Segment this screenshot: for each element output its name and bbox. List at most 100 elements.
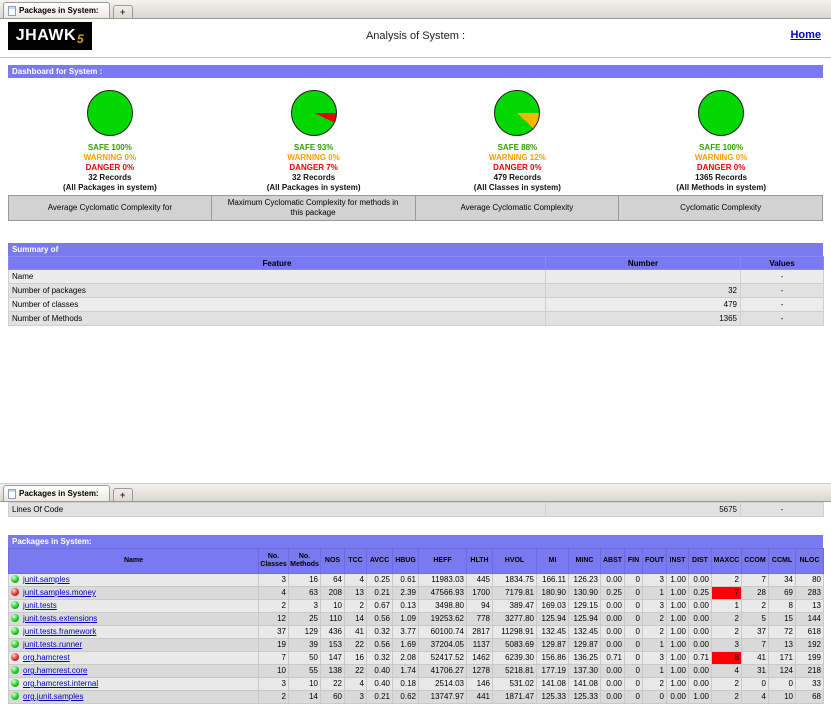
home-link[interactable]: Home — [790, 29, 821, 41]
metric-cell: 0 — [624, 690, 643, 704]
metric-cell: 0.40 — [366, 664, 393, 678]
metric-cell: 1 — [642, 664, 667, 678]
metric-cell: 28 — [741, 586, 769, 600]
metric-cell: 0.00 — [688, 677, 712, 691]
column-header: FOUT — [642, 548, 667, 574]
metric-cell: 0.67 — [366, 599, 393, 613]
metric-cell: 52417.52 — [418, 651, 467, 665]
metric-cell: 0.71 — [600, 651, 625, 665]
column-header: Values — [740, 256, 824, 270]
gauge-caption: Cyclomatic Complexity — [619, 195, 823, 221]
package-link[interactable]: junit.samples.money — [23, 588, 96, 597]
metric-cell: 180.90 — [536, 586, 569, 600]
column-header: NOS — [320, 548, 345, 574]
metric-cell: 778 — [466, 612, 493, 626]
metric-cell: 136.25 — [568, 651, 601, 665]
packages-header-row: Name No. Classes No. Methods NOS TCC AVCC HBUG… — [8, 548, 824, 574]
metric-cell: 2.08 — [392, 651, 419, 665]
gauge-caption: Maximum Cyclomatic Complexity for method… — [211, 195, 416, 221]
metric-cell: 63 — [288, 586, 321, 600]
metric-cell: 22 — [320, 677, 345, 691]
table-row: Lines Of Code 5675- — [8, 502, 824, 517]
metric-cell: 0.00 — [600, 573, 625, 587]
metric-cell: 618 — [795, 625, 824, 639]
safe-label: SAFE 100% — [87, 143, 132, 152]
metric-cell: 0 — [624, 599, 643, 613]
packages-table: Name No. Classes No. Methods NOS TCC AVCC HBUG… — [8, 548, 824, 704]
feature-cell: Number of classes — [8, 297, 546, 312]
package-link[interactable]: org.hamcrest — [23, 653, 70, 662]
metric-cell: 41 — [344, 625, 367, 639]
package-link[interactable]: junit.tests.extensions — [23, 614, 97, 623]
gauge-4: SAFE 100% WARNING 0% DANGER 0% 1365 Records… — [619, 78, 823, 193]
gauge-legend: SAFE 88% WARNING 12% DANGER 0% 479 Records(… — [474, 143, 561, 193]
table-row: org.hamcrest.internal 3 10 22 4 0.40 0.18 2514.… — [8, 677, 824, 691]
packages-section-header: Packages in System: — [8, 535, 823, 548]
metric-cell: 37204.05 — [418, 638, 467, 652]
package-link[interactable]: junit.tests.framework — [23, 627, 96, 636]
metric-cell: 0 — [624, 638, 643, 652]
package-name-cell: junit.tests.framework — [8, 625, 259, 639]
metric-cell: 11983.03 — [418, 573, 467, 587]
metric-cell: 2 — [741, 599, 769, 613]
metric-cell: 4 — [711, 664, 742, 678]
ok-status-icon — [11, 627, 19, 635]
tab-packages-in-system[interactable]: Packages in System: — [3, 485, 110, 501]
metric-cell: 0 — [642, 690, 667, 704]
metric-cell: 16 — [344, 651, 367, 665]
table-row: org.junit.samples 2 14 60 3 0.21 0.62 13747.97 4… — [8, 690, 824, 704]
metric-cell: 0.00 — [600, 664, 625, 678]
metric-cell: 0.56 — [366, 638, 393, 652]
metric-cell: 13 — [795, 599, 824, 613]
metric-cell: 0.21 — [366, 586, 393, 600]
column-header: Feature — [8, 256, 546, 270]
metric-cell: 0 — [624, 677, 643, 691]
metric-cell: 0.00 — [600, 690, 625, 704]
table-row: junit.tests.framework 37 129 436 41 0.32 3.77 6… — [8, 625, 824, 639]
column-header: NLOC — [795, 548, 824, 574]
metric-cell: 208 — [320, 586, 345, 600]
table-row: junit.samples.money 4 63 208 13 0.21 2.39 47566… — [8, 586, 824, 600]
danger-status-icon — [11, 588, 19, 596]
metric-cell: 1.74 — [392, 664, 419, 678]
metric-cell: 13 — [768, 638, 796, 652]
feature-cell: Name — [8, 269, 546, 284]
pie-chart — [290, 90, 337, 136]
metric-cell: 3 — [344, 690, 367, 704]
metric-cell: 0.61 — [392, 573, 419, 587]
package-link[interactable]: org.hamcrest.internal — [23, 679, 98, 688]
summary-table: Feature Number Values Name - Number of packa… — [8, 256, 824, 326]
metric-cell: 0.00 — [666, 690, 689, 704]
number-cell — [545, 269, 741, 284]
metric-cell: 5083.69 — [492, 638, 537, 652]
metric-cell: 1.00 — [666, 586, 689, 600]
metric-cell: 129.87 — [536, 638, 569, 652]
metric-cell: 6239.30 — [492, 651, 537, 665]
metric-cell: 129 — [288, 625, 321, 639]
tab-packages-in-system[interactable]: Packages in System: — [3, 2, 110, 18]
metric-cell: 2 — [711, 573, 742, 587]
ok-status-icon — [11, 614, 19, 622]
values-cell: - — [740, 502, 824, 517]
package-link[interactable]: org.hamcrest.core — [23, 666, 87, 675]
gauge-1: SAFE 100% WARNING 0% DANGER 0% 32 Records (A… — [8, 78, 212, 193]
metric-cell: 531.02 — [492, 677, 537, 691]
metric-cell: 129.87 — [568, 638, 601, 652]
pie-chart — [86, 90, 133, 136]
package-link[interactable]: org.junit.samples — [23, 692, 83, 701]
metric-cell: 19253.62 — [418, 612, 467, 626]
metric-cell: 141.08 — [536, 677, 569, 691]
package-link[interactable]: junit.tests — [23, 601, 57, 610]
values-cell: - — [740, 297, 824, 312]
metric-cell: 199 — [795, 651, 824, 665]
feature-cell: Number of packages — [8, 283, 546, 298]
table-row: Number of Methods 1365- — [8, 311, 824, 326]
new-tab-button[interactable]: + — [112, 488, 133, 501]
metric-cell: 3 — [642, 573, 667, 587]
new-tab-button[interactable]: + — [112, 5, 133, 18]
package-link[interactable]: junit.samples — [23, 575, 70, 584]
column-header: HVOL — [492, 548, 537, 574]
ok-status-icon — [11, 666, 19, 674]
metric-cell: 14 — [288, 690, 321, 704]
package-link[interactable]: junit.tests.runner — [23, 640, 82, 649]
